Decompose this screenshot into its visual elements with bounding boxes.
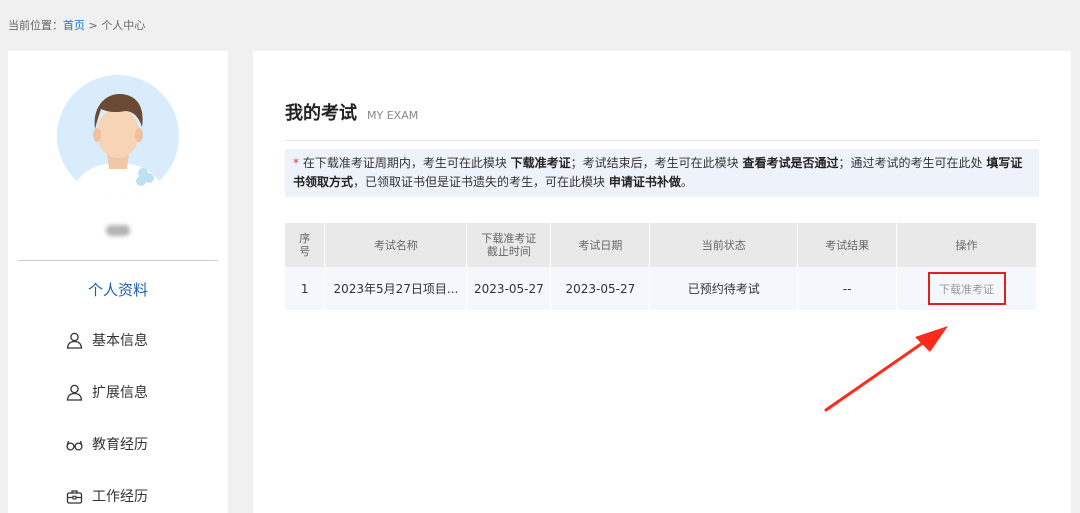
- col-deadline-line2: 截止时间: [486, 245, 531, 258]
- sidebar-item-label: 扩展信息: [92, 385, 148, 401]
- col-name: 考试名称: [324, 223, 468, 267]
- sidebar-divider: [18, 260, 218, 261]
- notice-text: ，已领取证书但是证书遗失的考生，可在此模块: [353, 175, 609, 189]
- breadcrumb: 当前位置：首页 > 个人中心: [8, 17, 145, 33]
- breadcrumb-home-link[interactable]: 首页: [63, 19, 85, 32]
- breadcrumb-separator: >: [85, 19, 102, 32]
- sidebar-item-basic-info[interactable]: 基本信息: [66, 329, 148, 351]
- notice-text: 。: [680, 175, 693, 189]
- notice-bold: 下载准考证: [510, 156, 571, 170]
- glasses-icon: [66, 440, 83, 451]
- main-panel: 我的考试 MY EXAM * 在下载准考证周期内，考生可在此模块 下载准考证；考…: [253, 51, 1071, 513]
- sidebar-item-work[interactable]: 工作经历: [66, 485, 148, 507]
- briefcase-icon: [66, 489, 83, 504]
- col-seq-line2: 号: [299, 245, 311, 258]
- sidebar-item-label: 教育经历: [92, 437, 148, 453]
- page-title-en: MY EXAM: [367, 109, 419, 122]
- notice-text: ；通过考试的考生可在此处: [838, 156, 987, 170]
- cell-date: 2023-05-27: [550, 267, 651, 310]
- col-seq-line1: 序: [299, 232, 311, 245]
- breadcrumb-prefix: 当前位置：: [8, 19, 63, 32]
- table-header-row: 序号 考试名称 下载准考证 截止时间 考试日期 当前状态 考试结果 操作: [285, 223, 1037, 267]
- cell-seq: 1: [285, 267, 326, 310]
- table-row: 1 2023年5月27日项目... 2023-05-27 2023-05-27 …: [285, 267, 1037, 310]
- avatar-illustration: [57, 75, 179, 197]
- notice-text: 在下载准考证周期内，考生可在此模块: [299, 156, 511, 170]
- sidebar-item-label: 基本信息: [92, 333, 148, 349]
- notice-bold: 申请证书补做: [608, 175, 681, 189]
- sidebar-section-title[interactable]: 个人资料: [8, 279, 228, 300]
- cell-deadline: 2023-05-27: [466, 267, 552, 310]
- col-deadline-line1: 下载准考证: [481, 232, 537, 245]
- page-heading: 我的考试 MY EXAM: [285, 99, 418, 125]
- col-status: 当前状态: [649, 223, 799, 267]
- notice-box: * 在下载准考证周期内，考生可在此模块 下载准考证；考试结束后，考生可在此模块 …: [285, 149, 1039, 197]
- notice-bold: 查看考试是否通过: [742, 156, 839, 170]
- user-icon: [66, 384, 83, 401]
- heading-divider: [285, 140, 1039, 141]
- cell-status: 已预约待考试: [649, 267, 799, 310]
- user-icon: [66, 332, 83, 349]
- notice-text: ；考试结束后，考生可在此模块: [570, 156, 743, 170]
- cell-action: 下载准考证: [896, 267, 1037, 310]
- breadcrumb-current: 个人中心: [101, 19, 146, 32]
- col-result: 考试结果: [797, 223, 898, 267]
- cell-result: --: [797, 267, 898, 310]
- cell-exam-name: 2023年5月27日项目...: [324, 267, 468, 310]
- sidebar-item-extended-info[interactable]: 扩展信息: [66, 381, 148, 403]
- sidebar: 个人资料 基本信息 扩展信息 教育经历 工作经历: [8, 51, 228, 513]
- exam-table: 序号 考试名称 下载准考证 截止时间 考试日期 当前状态 考试结果 操作 1 20…: [285, 223, 1037, 310]
- username-blurred: [106, 225, 130, 236]
- sidebar-item-label: 工作经历: [92, 489, 148, 505]
- sidebar-item-education[interactable]: 教育经历: [66, 433, 148, 455]
- col-date: 考试日期: [550, 223, 651, 267]
- page-title: 我的考试: [285, 103, 357, 124]
- avatar[interactable]: [57, 75, 179, 197]
- col-action: 操作: [896, 223, 1037, 267]
- download-admission-ticket-button[interactable]: 下载准考证: [927, 272, 1006, 305]
- col-deadline: 下载准考证 截止时间: [466, 223, 552, 267]
- col-seq: 序号: [285, 223, 326, 267]
